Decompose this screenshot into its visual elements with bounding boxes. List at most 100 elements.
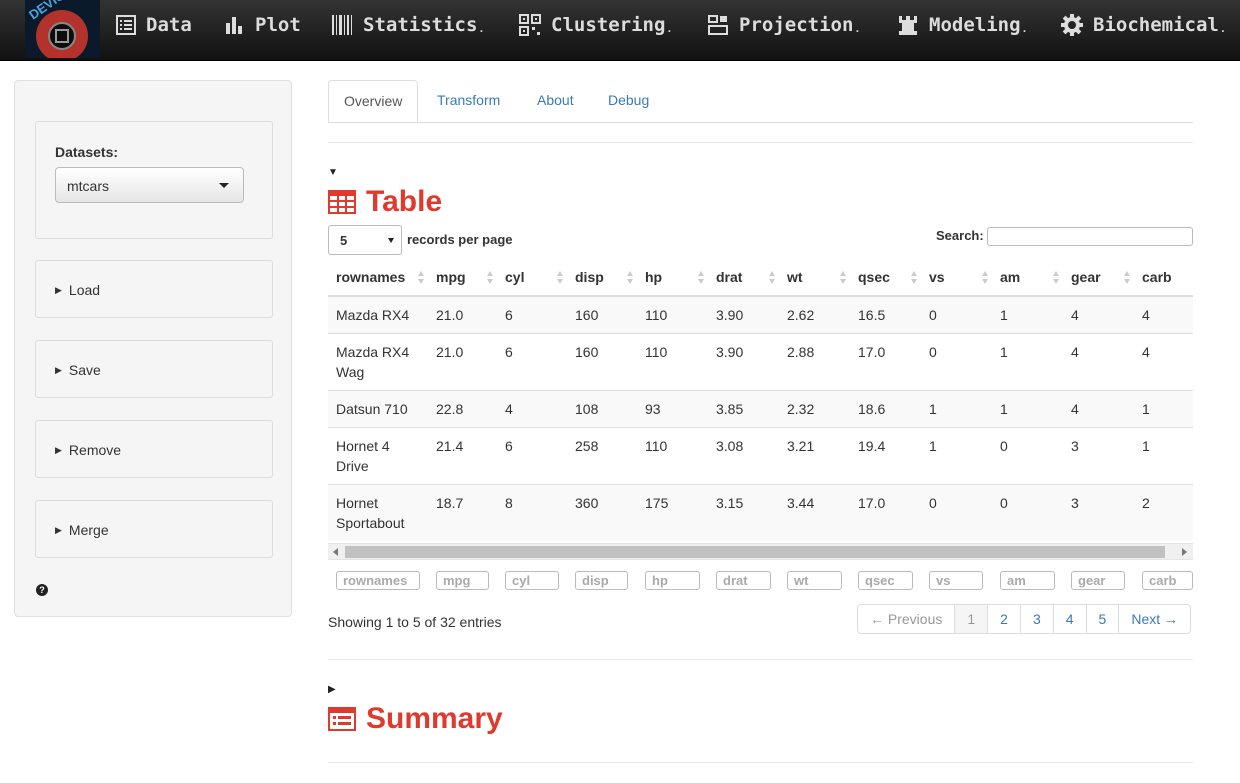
table-cell-drat: 3.08 bbox=[708, 427, 779, 485]
scroll-left-icon[interactable] bbox=[333, 548, 338, 556]
scroll-right-icon[interactable] bbox=[1182, 548, 1187, 556]
nav-biochemical[interactable]: Biochemical. bbox=[1061, 0, 1226, 50]
table-cell-carb: 4 bbox=[1134, 295, 1193, 334]
table-row[interactable]: Hornet Sportabout 18.7 8 360 175 3.15 3.44 17.0… bbox=[328, 484, 1193, 541]
tower-icon bbox=[897, 14, 919, 36]
column-header-carb[interactable]: carb bbox=[1134, 258, 1193, 297]
tab-about[interactable]: About bbox=[522, 80, 589, 121]
page-button-3[interactable]: 3 bbox=[1019, 605, 1053, 633]
column-filter-carb[interactable]: carb bbox=[1142, 571, 1193, 590]
summary-collapse-toggle[interactable]: ▶ bbox=[328, 684, 336, 695]
column-header-disp[interactable]: disp bbox=[567, 258, 637, 297]
table-cell-rownames: Datsun 710 bbox=[328, 390, 428, 428]
table-row[interactable]: Mazda RX4 21.0 6 160 110 3.90 2.62 16.5 0 1 4 4 bbox=[328, 295, 1193, 334]
table-cell-qsec: 17.0 bbox=[850, 484, 921, 541]
table-cell-vs: 1 bbox=[921, 427, 992, 485]
page-button-2[interactable]: 2 bbox=[987, 605, 1020, 633]
sidebar: Datasets: mtcars ▶ Load ▶ Save ▶ Remove ▶ Me… bbox=[14, 80, 292, 617]
page-button-4[interactable]: 4 bbox=[1052, 605, 1086, 633]
column-header-drat[interactable]: drat bbox=[708, 258, 779, 297]
column-header-label: mpg bbox=[436, 268, 466, 285]
load-section[interactable]: ▶ Load bbox=[35, 260, 273, 318]
merge-label: Merge bbox=[68, 522, 109, 538]
horizontal-scrollbar[interactable] bbox=[328, 543, 1193, 560]
column-filter-gear[interactable]: gear bbox=[1071, 571, 1125, 590]
scrollbar-thumb[interactable] bbox=[345, 546, 1165, 558]
table-row[interactable]: Datsun 710 22.8 4 108 93 3.85 2.32 18.6 1 1 4 1 bbox=[328, 390, 1193, 428]
table-cell-am: 1 bbox=[992, 333, 1063, 391]
column-filter-wt[interactable]: wt bbox=[787, 571, 842, 590]
nav-label: Plot bbox=[255, 14, 301, 36]
column-filter-cyl[interactable]: cyl bbox=[505, 571, 559, 590]
table-title-text: Table bbox=[366, 185, 443, 218]
table-row[interactable]: Hornet 4 Drive 21.4 6 258 110 3.08 3.21 19.4 1 0 3… bbox=[328, 427, 1193, 485]
column-header-gear[interactable]: gear bbox=[1063, 258, 1134, 297]
next-page-button[interactable]: Next → bbox=[1118, 605, 1190, 633]
column-filter-qsec[interactable]: qsec bbox=[858, 571, 913, 590]
column-header-label: cyl bbox=[505, 268, 525, 285]
sort-icon bbox=[557, 271, 563, 285]
column-header-rownames[interactable]: rownames bbox=[328, 258, 428, 297]
table-cell-drat: 3.85 bbox=[708, 390, 779, 428]
table-cell-vs: 0 bbox=[921, 295, 992, 334]
page-length-select[interactable]: 5 bbox=[328, 225, 402, 255]
table-cell-hp: 93 bbox=[637, 390, 708, 428]
column-header-cyl[interactable]: cyl bbox=[497, 258, 567, 297]
nav-label: Modeling bbox=[929, 14, 1021, 36]
help-icon[interactable]: ? bbox=[36, 584, 48, 596]
devium-logo[interactable]: DEVIUM bbox=[25, 0, 100, 58]
table-cell-cyl: 6 bbox=[497, 295, 567, 334]
nav-label: Data bbox=[146, 14, 192, 36]
column-header-label: drat bbox=[716, 268, 743, 285]
table-cell-vs: 0 bbox=[921, 333, 992, 391]
previous-page-button[interactable]: ← Previous bbox=[858, 605, 954, 633]
column-header-vs[interactable]: vs bbox=[921, 258, 992, 297]
column-header-label: gear bbox=[1071, 268, 1101, 285]
bar-chart-icon bbox=[225, 15, 245, 35]
nav-modeling[interactable]: Modeling. bbox=[897, 0, 1028, 50]
remove-section[interactable]: ▶ Remove bbox=[35, 420, 273, 478]
table-cell-carb: 2 bbox=[1134, 484, 1193, 541]
nav-statistics[interactable]: Statistics. bbox=[331, 0, 484, 50]
column-header-hp[interactable]: hp bbox=[637, 258, 708, 297]
column-header-wt[interactable]: wt bbox=[779, 258, 850, 297]
table-cell-gear: 3 bbox=[1063, 484, 1134, 541]
nav-plot[interactable]: Plot bbox=[225, 0, 301, 50]
column-filter-am[interactable]: am bbox=[1000, 571, 1055, 590]
tab-overview[interactable]: Overview bbox=[328, 80, 419, 122]
column-filter-mpg[interactable]: mpg bbox=[436, 571, 489, 590]
search-input[interactable] bbox=[987, 227, 1193, 246]
column-filter-hp[interactable]: hp bbox=[645, 571, 700, 590]
tab-debug[interactable]: Debug bbox=[593, 80, 664, 121]
nav-label: Clustering bbox=[551, 14, 666, 36]
page-button-1[interactable]: 1 bbox=[954, 605, 988, 633]
merge-section[interactable]: ▶ Merge bbox=[35, 500, 273, 558]
table-cell-cyl: 8 bbox=[497, 484, 567, 541]
tab-transform[interactable]: Transform bbox=[422, 80, 515, 121]
column-filter-rownames[interactable]: rownames bbox=[336, 571, 420, 590]
nav-data[interactable]: Data bbox=[116, 0, 192, 50]
table-collapse-toggle[interactable]: ▼ bbox=[328, 167, 338, 178]
column-filter-drat[interactable]: drat bbox=[716, 571, 771, 590]
column-filter-disp[interactable]: disp bbox=[575, 571, 628, 590]
table-cell-gear: 4 bbox=[1063, 333, 1134, 391]
column-header-am[interactable]: am bbox=[992, 258, 1063, 297]
column-header-qsec[interactable]: qsec bbox=[850, 258, 921, 297]
table-row[interactable]: Mazda RX4 Wag 21.0 6 160 110 3.90 2.88 17.0 0 1 4 4 bbox=[328, 333, 1193, 391]
save-section[interactable]: ▶ Save bbox=[35, 340, 273, 398]
list-alt-icon bbox=[328, 707, 356, 731]
nav-projection[interactable]: Projection. bbox=[707, 0, 860, 50]
dataset-select[interactable]: mtcars bbox=[55, 167, 244, 203]
column-header-mpg[interactable]: mpg bbox=[428, 258, 497, 297]
dropdown-caret-icon: . bbox=[854, 23, 861, 35]
nav-clustering[interactable]: Clustering. bbox=[519, 0, 672, 50]
table-cell-vs: 1 bbox=[921, 390, 992, 428]
data-table: rownames mpg cyl disp hp drat wt qsec vs am gear ca… bbox=[328, 258, 1193, 541]
table-cell-drat: 3.15 bbox=[708, 484, 779, 541]
table-cell-mpg: 18.7 bbox=[428, 484, 497, 541]
page-button-5[interactable]: 5 bbox=[1085, 605, 1119, 633]
column-filter-vs[interactable]: vs bbox=[929, 571, 983, 590]
column-header-label: disp bbox=[575, 268, 604, 285]
table-cell-disp: 360 bbox=[567, 484, 637, 541]
dropdown-caret-icon: . bbox=[666, 23, 673, 35]
